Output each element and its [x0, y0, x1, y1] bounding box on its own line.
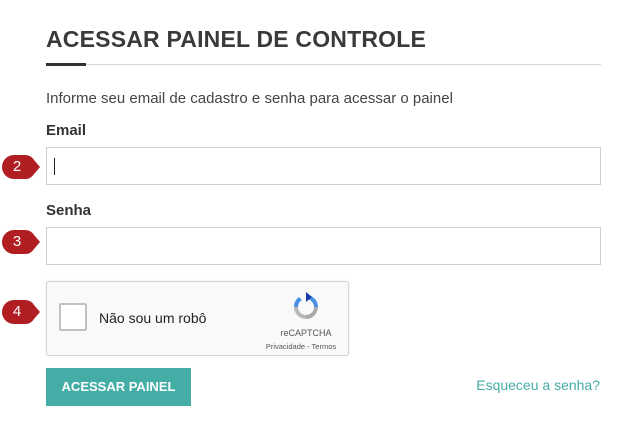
step-marker-number: 3 [12, 233, 22, 250]
email-label: Email [46, 122, 87, 139]
text-caret [54, 158, 55, 175]
forgot-password-link[interactable]: Esqueceu a senha? [476, 377, 600, 393]
recaptcha-label: Não sou um robô [99, 310, 207, 326]
step-marker-number: 2 [12, 158, 22, 175]
submit-button[interactable]: ACESSAR PAINEL [46, 368, 191, 406]
title-divider-accent [46, 63, 86, 66]
recaptcha-logo-icon [293, 292, 318, 319]
recaptcha-widget: Não sou um robô reCAPTCHA Privacidade - … [46, 281, 349, 356]
password-field[interactable] [46, 227, 601, 265]
form-instructions: Informe seu email de cadastro e senha pa… [46, 90, 453, 107]
step-marker-2: 2 [1, 154, 40, 180]
step-marker-number: 4 [12, 303, 22, 320]
title-divider [46, 64, 601, 65]
recaptcha-checkbox[interactable] [59, 303, 87, 331]
step-marker-3: 3 [1, 229, 40, 255]
page-title: ACESSAR PAINEL DE CONTROLE [46, 26, 427, 52]
recaptcha-brand: reCAPTCHA [280, 328, 332, 338]
step-marker-4: 4 [1, 299, 40, 325]
recaptcha-links[interactable]: Privacidade - Termos [255, 342, 347, 351]
email-field[interactable] [46, 147, 601, 185]
senha-label: Senha [46, 202, 92, 219]
